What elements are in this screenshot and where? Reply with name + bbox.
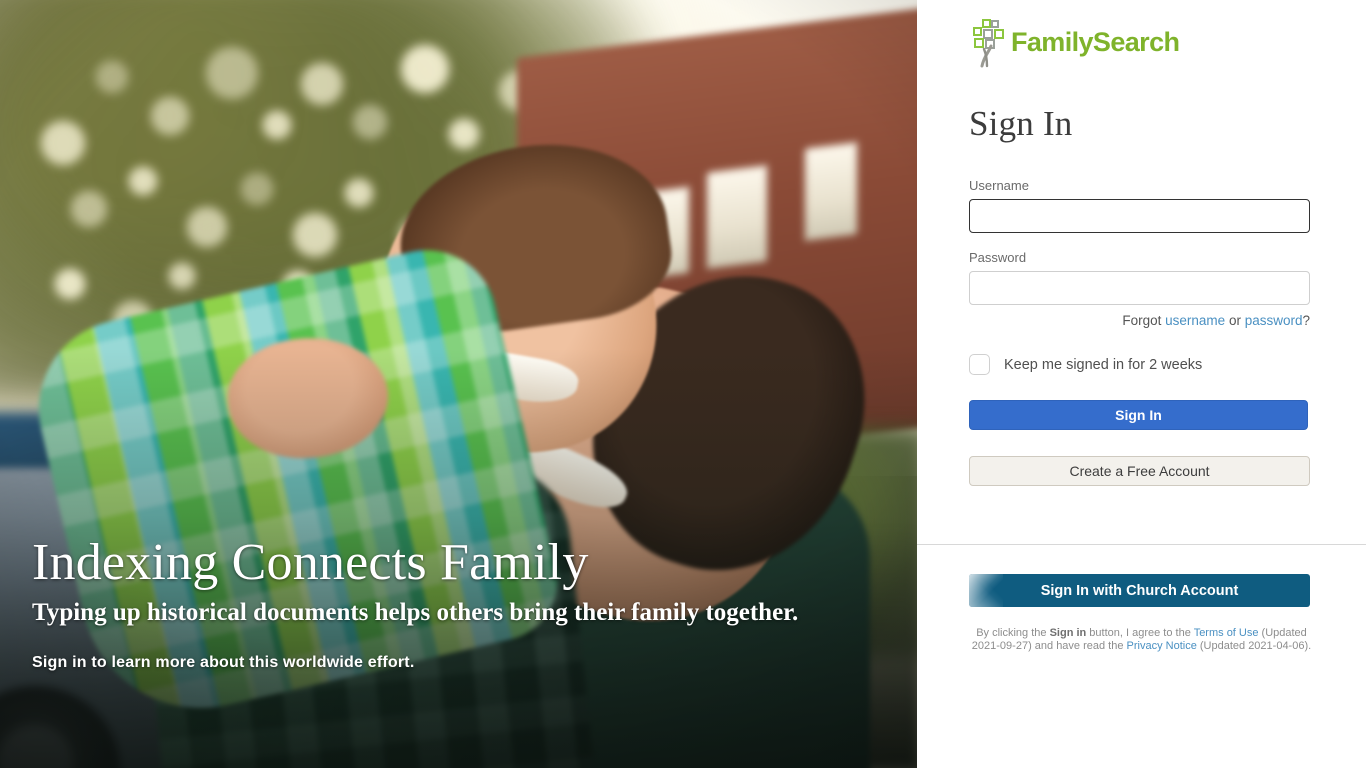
familysearch-logo[interactable]: FamilySearch xyxy=(969,16,1180,68)
legal-bold: Sign in xyxy=(1049,627,1087,639)
legal-part4: (Updated 2021-04-06). xyxy=(1196,640,1312,653)
password-input[interactable] xyxy=(969,271,1310,305)
hero-subtitle: Typing up historical documents helps oth… xyxy=(32,599,799,626)
forgot-username-link[interactable]: username xyxy=(1165,313,1225,328)
keep-signed-in-checkbox[interactable] xyxy=(969,354,990,375)
keep-signed-in-label: Keep me signed in for 2 weeks xyxy=(1004,356,1203,373)
username-input[interactable] xyxy=(969,199,1310,233)
signin-panel: FamilySearch Sign In Username Password F… xyxy=(917,0,1366,768)
church-button-label: Sign In with Church Account xyxy=(1040,582,1239,599)
hero-cta-text: Sign in to learn more about this worldwi… xyxy=(32,654,415,671)
signin-page: Indexing Connects Family Typing up histo… xyxy=(0,0,1366,768)
privacy-notice-link[interactable]: Privacy Notice xyxy=(1127,640,1197,652)
church-account-section: Sign In with Church Account By clicking … xyxy=(969,574,1314,654)
forgot-middle: or xyxy=(1225,313,1245,328)
hero-text-block: Indexing Connects Family Typing up histo… xyxy=(32,533,862,672)
signin-form: Sign In Username Password Forgot usernam… xyxy=(969,104,1314,486)
forgot-suffix: ? xyxy=(1302,313,1310,328)
terms-of-use-link[interactable]: Terms of Use xyxy=(1194,627,1259,639)
sign-in-church-account-button[interactable]: Sign In with Church Account xyxy=(969,574,1310,607)
familysearch-wordmark: FamilySearch xyxy=(1011,26,1180,57)
section-divider xyxy=(917,544,1366,545)
legal-part1: By clicking the xyxy=(976,627,1050,639)
create-account-button[interactable]: Create a Free Account xyxy=(969,456,1310,486)
legal-disclaimer: By clicking the Sign in button, I agree … xyxy=(969,627,1314,654)
forgot-prefix: Forgot xyxy=(1122,313,1166,328)
page-title: Sign In xyxy=(969,104,1073,143)
chevron-decoration-icon xyxy=(969,574,1003,607)
hero-title: Indexing Connects Family xyxy=(32,533,589,591)
password-label: Password xyxy=(969,250,1027,265)
keep-signed-in-row[interactable]: Keep me signed in for 2 weeks xyxy=(969,354,1314,375)
legal-part2: button, I agree to the xyxy=(1086,627,1194,639)
forgot-password-link[interactable]: password xyxy=(1245,313,1303,328)
family-tree-icon xyxy=(973,19,1004,68)
hero-panel: Indexing Connects Family Typing up histo… xyxy=(0,0,917,768)
forgot-credentials: Forgot username or password? xyxy=(969,313,1310,328)
sign-in-button[interactable]: Sign In xyxy=(969,400,1308,430)
username-label: Username xyxy=(969,178,1029,193)
